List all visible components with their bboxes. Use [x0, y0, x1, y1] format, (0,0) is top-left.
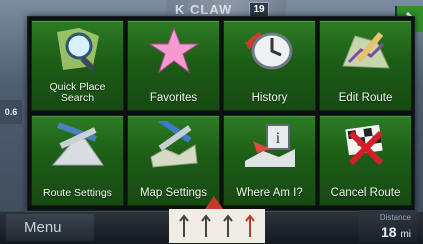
cancel-route-button[interactable]: Cancel Route — [319, 115, 412, 206]
map-settings-button[interactable]: Map Settings — [127, 115, 220, 206]
tile-label: History — [251, 92, 288, 104]
magnifier-icon — [49, 26, 107, 74]
menu-grid: Quick Place Search Favorites History Edi… — [31, 20, 412, 207]
lane-arrow-icon — [222, 213, 234, 239]
edit-route-icon — [337, 26, 395, 74]
svg-text:i: i — [275, 130, 280, 147]
distance-caption: Distance — [379, 213, 411, 222]
tile-label: Cancel Route — [330, 187, 401, 199]
favorites-button[interactable]: Favorites — [127, 20, 220, 111]
tile-label: Map Settings — [139, 187, 208, 199]
route-settings-icon — [49, 121, 107, 169]
distance-panel[interactable]: Distance 18 mi — [359, 210, 417, 243]
tile-label: Quick Place Search — [49, 81, 106, 104]
map-settings-icon — [145, 121, 203, 169]
history-button[interactable]: History — [223, 20, 316, 111]
star-icon — [145, 26, 203, 74]
street-badge: 19 — [249, 2, 269, 17]
lane-guidance — [169, 209, 265, 243]
route-settings-button[interactable]: Route Settings — [31, 115, 124, 206]
menu-panel: Quick Place Search Favorites History Edi… — [27, 16, 415, 211]
distance-value: 18 mi — [381, 224, 411, 240]
clock-history-icon — [241, 26, 299, 74]
tile-label: Route Settings — [43, 187, 112, 199]
tile-label: Where Am I? — [236, 187, 303, 199]
tile-label: Edit Route — [338, 92, 393, 104]
street-name: K CLAW — [175, 2, 233, 17]
distance-number: 18 — [380, 224, 397, 240]
lane-arrow-icon — [200, 213, 212, 239]
cancel-route-icon — [337, 121, 395, 169]
lane-arrow-icon — [178, 213, 190, 239]
left-tab: 0.6 — [0, 100, 22, 124]
where-am-i-icon: i — [241, 121, 299, 169]
menu-button[interactable]: Menu — [6, 214, 94, 241]
quick-place-search-button[interactable]: Quick Place Search — [31, 20, 124, 111]
distance-unit: mi — [400, 229, 411, 240]
where-am-i-button[interactable]: i Where Am I? — [223, 115, 316, 206]
tile-label: Favorites — [149, 92, 198, 104]
lane-arrow-icon — [244, 213, 256, 239]
edit-route-button[interactable]: Edit Route — [319, 20, 412, 111]
